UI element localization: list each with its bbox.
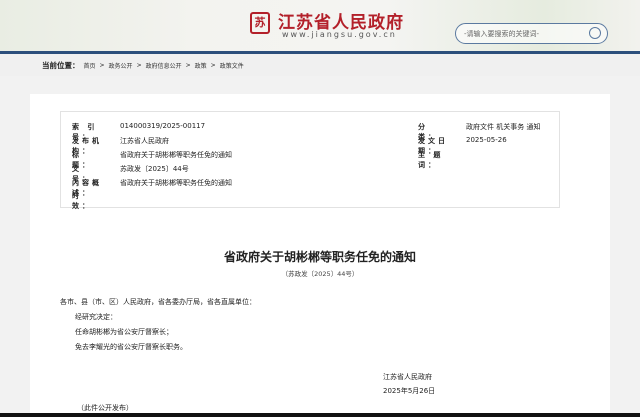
sign-date: 2025年5月26日 <box>383 387 436 395</box>
search-icon[interactable] <box>589 27 601 39</box>
meta-summary: 省政府关于胡彬郴等职务任免的通知 <box>120 179 232 187</box>
breadcrumb-separator: > <box>210 61 216 69</box>
body-paragraph: 免去李耀光的省公安厅督察长职务。 <box>75 343 187 351</box>
document-number: （苏政发〔2025〕44号） <box>281 270 359 278</box>
salutation: 各市、县（市、区）人民政府，省各委办厅局，省各直属单位： <box>60 298 256 306</box>
search-placeholder: -请输入要搜索的关键词- <box>464 30 540 38</box>
meta-key: 时 效： <box>72 192 102 210</box>
breadcrumb-policy-docs[interactable]: 政策文件 <box>220 61 244 70</box>
meta-key: 主 题 词： <box>418 151 444 169</box>
publish-note: （此件公开发布） <box>77 404 133 412</box>
site-url: www.jiangsu.gov.cn <box>282 30 397 39</box>
breadcrumb-separator: > <box>99 61 105 69</box>
breadcrumb-separator: > <box>136 61 142 69</box>
meta-issue-date: 2025-05-26 <box>466 136 507 144</box>
breadcrumb-home[interactable]: 首页 <box>84 61 96 70</box>
site-logo[interactable]: 苏 <box>250 12 270 34</box>
breadcrumb-separator: > <box>185 61 191 69</box>
signer: 江苏省人民政府 <box>383 373 432 381</box>
search-input[interactable]: -请输入要搜索的关键词- <box>455 23 608 44</box>
body-paragraph: 经研究决定： <box>75 313 117 321</box>
document-title: 省政府关于胡彬郴等职务任免的通知 <box>223 250 416 264</box>
breadcrumb-gov-affairs[interactable]: 政务公开 <box>109 61 133 70</box>
breadcrumb-info-disclosure[interactable]: 政府信息公开 <box>146 61 182 70</box>
breadcrumb-label: 当前位置： <box>42 60 80 70</box>
bottom-border <box>0 413 640 417</box>
breadcrumb: 当前位置： 首页 > 政务公开 > 政府信息公开 > 政策 > 政策文件 <box>0 54 640 76</box>
breadcrumb-policy[interactable]: 政策 <box>195 61 207 70</box>
body-paragraph: 任命胡彬郴为省公安厅督察长； <box>75 328 173 336</box>
